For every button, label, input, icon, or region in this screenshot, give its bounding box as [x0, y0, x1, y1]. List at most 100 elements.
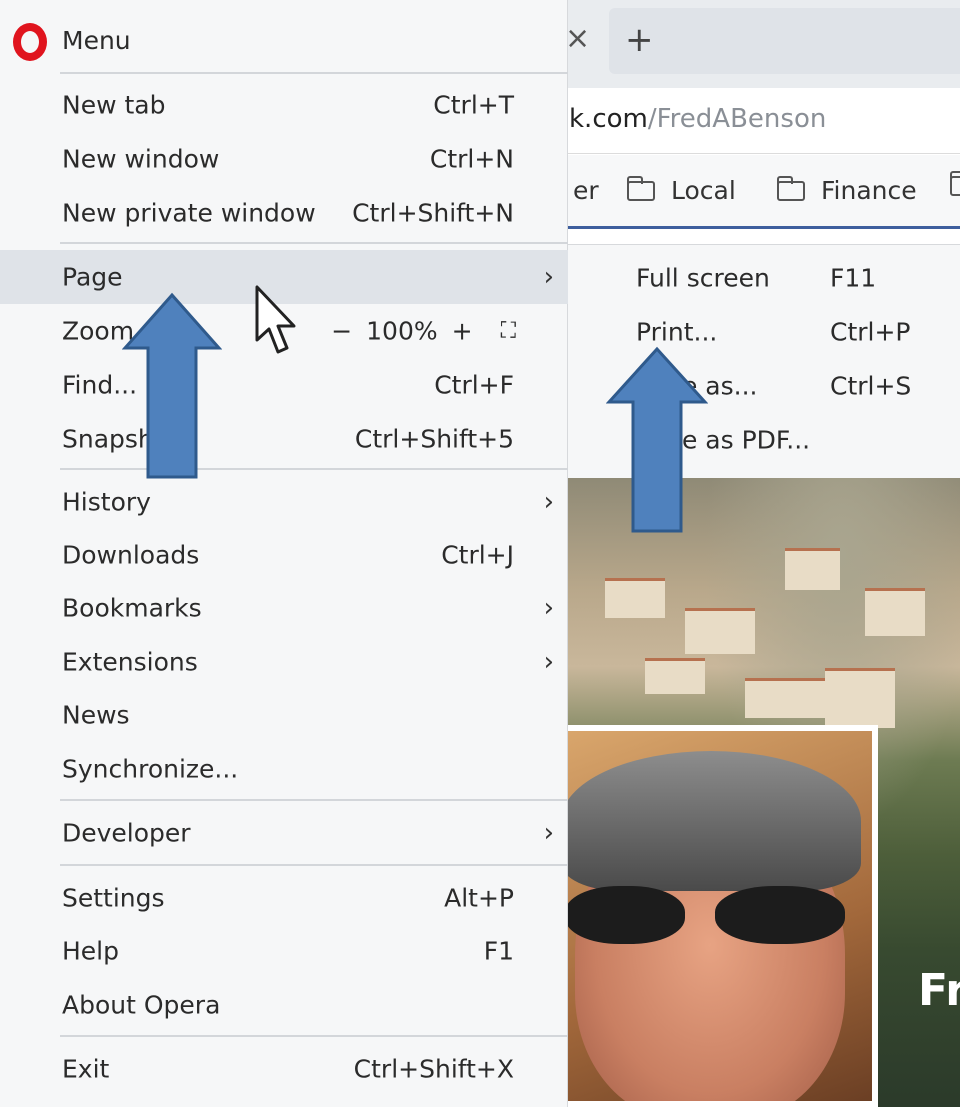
building-shape	[605, 578, 665, 618]
building-shape	[825, 668, 895, 728]
menu-item-bookmarks[interactable]: Bookmarks ›	[0, 581, 568, 635]
opera-main-menu: Menu New tab Ctrl+T New window Ctrl+N Ne…	[0, 0, 568, 1107]
menu-item-label: Settings	[62, 883, 165, 913]
menu-item-label: Synchronize...	[62, 754, 239, 784]
menu-item-label: New private window	[62, 198, 316, 228]
menu-item-label: Downloads	[62, 540, 200, 570]
folder-icon	[950, 171, 960, 196]
bookmarks-bar: er Local Finance	[565, 155, 960, 229]
zoom-in-button[interactable]: +	[452, 317, 473, 346]
menu-item-history[interactable]: History ›	[0, 475, 568, 529]
menu-item-shortcut: Ctrl+Shift+X	[353, 1054, 514, 1084]
menu-item-label: News	[62, 700, 130, 730]
chevron-right-icon: ›	[543, 262, 554, 292]
menu-item-shortcut: Ctrl+N	[429, 144, 514, 174]
menu-separator	[60, 72, 568, 74]
address-bar[interactable]: k.com/FredABenson	[565, 88, 960, 154]
building-shape	[865, 588, 925, 636]
url-path: /FredABenson	[647, 104, 827, 134]
menu-item-label: New tab	[62, 90, 166, 120]
menu-item-label: Bookmarks	[62, 593, 202, 623]
menu-item-exit[interactable]: Exit Ctrl+Shift+X	[0, 1042, 568, 1096]
profile-name: Fr	[918, 965, 960, 1016]
menu-item-help[interactable]: Help F1	[0, 924, 568, 978]
submenu-item-full-screen[interactable]: Full screen F11	[568, 251, 960, 305]
menu-item-new-tab[interactable]: New tab Ctrl+T	[0, 78, 568, 132]
bookmark-folder-partial[interactable]	[950, 171, 960, 196]
submenu-item-label: Full screen	[636, 263, 770, 293]
up-arrow-icon	[606, 346, 708, 533]
menu-separator	[60, 799, 568, 801]
close-tab-icon[interactable]: ×	[565, 14, 590, 64]
mouse-pointer-icon	[255, 285, 296, 354]
submenu-item-label: Print...	[636, 317, 718, 347]
bookmark-folder-local[interactable]: Local	[627, 175, 736, 205]
tab-bar: × +	[565, 0, 960, 88]
building-shape	[785, 548, 840, 590]
menu-item-label: New window	[62, 144, 220, 174]
menu-item-shortcut: Ctrl+Shift+N	[352, 198, 514, 228]
menu-item-shortcut: Ctrl+Shift+5	[354, 424, 514, 454]
bookmark-folder-finance[interactable]: Finance	[777, 175, 917, 205]
menu-separator	[60, 864, 568, 866]
menu-item-about-opera[interactable]: About Opera	[0, 978, 568, 1032]
building-shape	[745, 678, 825, 718]
up-arrow-icon	[122, 292, 222, 479]
menu-item-label: Developer	[62, 818, 191, 848]
submenu-item-shortcut: Ctrl+P	[830, 317, 911, 347]
menu-item-extensions[interactable]: Extensions ›	[0, 635, 568, 689]
menu-item-shortcut: Ctrl+T	[433, 90, 514, 120]
fullscreen-icon[interactable]: ⛶	[501, 319, 516, 344]
submenu-item-shortcut: F11	[830, 263, 877, 293]
sunglasses-lens	[715, 886, 845, 944]
folder-icon	[777, 175, 805, 201]
plus-icon: +	[625, 20, 654, 60]
bookmark-label: er	[573, 176, 599, 205]
building-shape	[645, 658, 705, 694]
menu-item-label: Extensions	[62, 647, 198, 677]
folder-icon	[627, 175, 655, 201]
chevron-right-icon: ›	[543, 593, 554, 623]
sunglasses-lens	[565, 886, 685, 944]
menu-item-news[interactable]: News	[0, 688, 568, 742]
menu-item-synchronize[interactable]: Synchronize...	[0, 742, 568, 796]
zoom-out-button[interactable]: −	[331, 317, 352, 346]
menu-item-downloads[interactable]: Downloads Ctrl+J	[0, 528, 568, 582]
menu-item-label: Help	[62, 936, 119, 966]
menu-item-label: Exit	[62, 1054, 110, 1084]
menu-item-shortcut: Ctrl+J	[441, 540, 514, 570]
new-tab-button[interactable]: +	[609, 8, 960, 74]
menu-item-new-window[interactable]: New window Ctrl+N	[0, 132, 568, 186]
menu-item-shortcut: Alt+P	[444, 883, 514, 913]
bookmark-item[interactable]: er	[573, 176, 599, 205]
menu-item-new-private-window[interactable]: New private window Ctrl+Shift+N	[0, 186, 568, 240]
menu-title: Menu	[62, 26, 131, 55]
bookmark-label: Local	[671, 176, 736, 205]
bookmark-label: Finance	[821, 176, 917, 205]
chevron-right-icon: ›	[543, 647, 554, 677]
menu-header: Menu	[0, 14, 568, 70]
menu-separator	[60, 242, 568, 244]
menu-item-developer[interactable]: Developer ›	[0, 806, 568, 860]
zoom-level: 100%	[366, 316, 438, 346]
browser-window: × + k.com/FredABenson er Local Finance F…	[565, 0, 960, 1107]
menu-item-find[interactable]: Find... Ctrl+F	[0, 358, 568, 412]
hair-shape	[565, 751, 861, 891]
menu-item-shortcut: F1	[483, 936, 514, 966]
chevron-right-icon: ›	[543, 487, 554, 517]
menu-item-label: About Opera	[62, 990, 221, 1020]
menu-item-label: Page	[62, 262, 123, 292]
menu-separator	[60, 1035, 568, 1037]
menu-item-snapshot[interactable]: Snapshot Ctrl+Shift+5	[0, 412, 568, 466]
menu-item-label: History	[62, 487, 151, 517]
url-host: k.com	[569, 104, 648, 134]
menu-item-settings[interactable]: Settings Alt+P	[0, 871, 568, 925]
url-text: k.com/FredABenson	[569, 104, 826, 134]
chevron-right-icon: ›	[543, 818, 554, 848]
building-shape	[685, 608, 755, 654]
submenu-item-shortcut: Ctrl+S	[830, 371, 912, 401]
menu-item-shortcut: Ctrl+F	[434, 370, 514, 400]
opera-logo-icon	[13, 23, 47, 61]
profile-photo[interactable]	[565, 725, 878, 1107]
zoom-controls: − 100% + ⛶	[331, 317, 516, 346]
